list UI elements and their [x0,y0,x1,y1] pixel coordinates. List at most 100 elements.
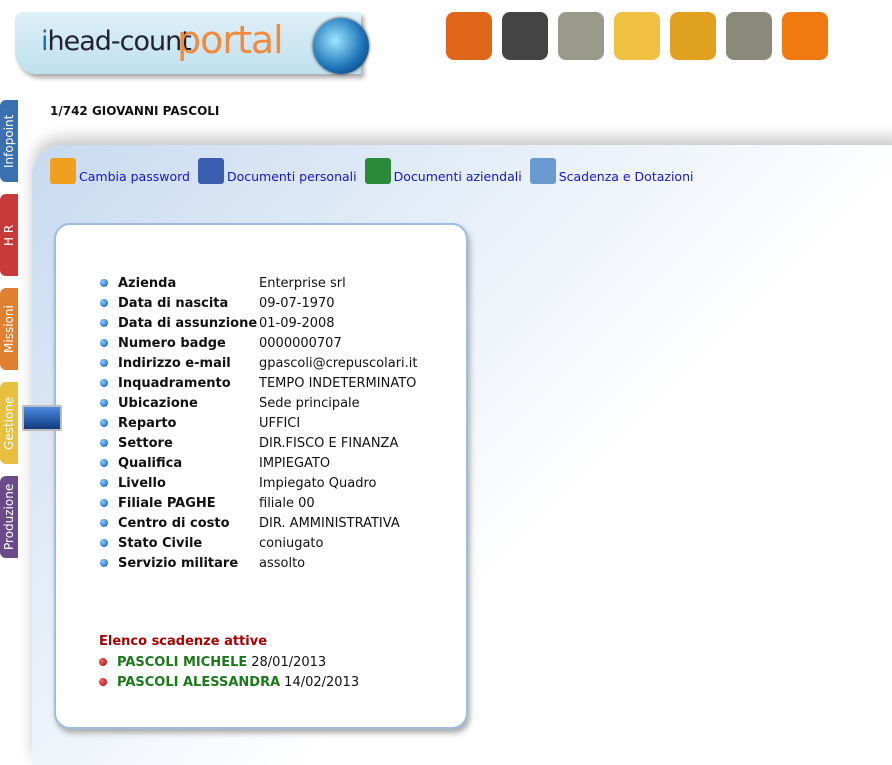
detail-label: Azienda [118,275,177,291]
detail-value: IMPIEGATO [259,455,331,471]
detail-value: DIR.FISCO E FINANZA [259,435,399,451]
clock-calendar-icon [529,158,556,184]
detail-label: Indirizzo e-mail [118,355,231,371]
link-label: Documenti personali [226,169,357,184]
quick-links: Cambia password Documenti personali Docume… [50,158,701,184]
detail-value: Enterprise srl [259,275,346,291]
detail-row: Azienda Enterprise srl [100,273,418,293]
deadline-date: 28/01/2013 [251,654,327,670]
deadlines-title: Elenco scadenze attive [99,634,268,649]
detail-row: Numero badge 0000000707 [100,333,418,353]
bullet-icon [100,399,108,407]
sidebar-tab-hr[interactable]: H R [0,194,18,276]
employee-title: 1/742 GIOVANNI PASCOLI [50,104,220,118]
bullet-icon [100,519,108,527]
home-button[interactable] [446,12,492,60]
key-icon [50,158,76,184]
bullet-icon [100,499,108,507]
bullet-icon [100,539,108,547]
detail-row: Livello Impiegato Quadro [100,473,418,493]
power-button[interactable] [782,12,828,60]
bullet-icon [100,439,108,447]
detail-value: 0000000707 [259,335,342,351]
calendar-button[interactable] [670,12,716,60]
detail-label: Servizio militare [118,555,239,571]
detail-value: DIR. AMMINISTRATIVA [259,515,400,531]
deadline-name[interactable]: PASCOLI ALESSANDRA [117,675,280,690]
sidebar-tab-missioni[interactable]: Missioni [0,288,18,370]
detail-row: Stato Civile coniugato [100,533,418,553]
detail-label: Centro di costo [118,515,230,531]
link-scadenza-e-dotazioni[interactable]: Scadenza e Dotazioni [529,158,694,184]
detail-row: Centro di costo DIR. AMMINISTRATIVA [100,513,418,533]
logo-text: ihead-count [41,26,192,57]
detail-row: Ubicazione Sede principale [100,393,418,413]
bullet-icon [100,479,108,487]
detail-label: Stato Civile [118,535,203,551]
detail-value: Sede principale [259,395,360,411]
detail-row: Servizio militare assolto [100,553,418,573]
app-logo: ihead-count portal [15,12,369,74]
detail-label: Livello [118,475,166,491]
sidebar-tab-produzione[interactable]: Produzione [0,476,18,558]
folder-add-button[interactable] [558,12,604,60]
detail-value: 01-09-2008 [259,315,335,331]
detail-label: Reparto [118,415,177,431]
bullet-icon [100,459,108,467]
sidebar-tab-gestione[interactable]: Gestione [0,382,18,464]
detail-value: Impiegato Quadro [259,475,377,491]
deadline-name[interactable]: PASCOLI MICHELE [117,655,247,670]
sidebar-tab-infopoint[interactable]: Infopoint [0,100,18,182]
link-documenti-personali[interactable]: Documenti personali [197,158,357,184]
detail-label: Inquadramento [118,375,231,391]
deadline-row: PASCOLI MICHELE 28/01/2013 [99,652,359,672]
detail-row: Qualifica IMPIEGATO [100,453,418,473]
excel-doc-icon [364,158,391,184]
globe-icon [313,18,369,74]
detail-row: Settore DIR.FISCO E FINANZA [100,433,418,453]
bullet-icon [100,299,108,307]
deadline-date: 14/02/2013 [284,674,360,690]
detail-row: Data di assunzione 01-09-2008 [100,313,418,333]
user-button[interactable] [502,12,548,60]
link-label: Scadenza e Dotazioni [558,169,694,184]
bullet-icon [100,319,108,327]
detail-row: Inquadramento TEMPO INDETERMINATO [100,373,418,393]
detail-row: Data di nascita 09-07-1970 [100,293,418,313]
folder-check-button[interactable] [726,12,772,60]
laptop-icon [22,405,62,431]
detail-value: 09-07-1970 [259,295,335,311]
detail-row: Indirizzo e-mail gpascoli@crepuscolari.it [100,353,418,373]
employee-details: Azienda Enterprise srl Data di nascita 09-0… [100,273,418,573]
deadline-row: PASCOLI ALESSANDRA 14/02/2013 [99,672,359,692]
pie-chart-button[interactable] [614,12,660,60]
detail-value: filiale 00 [259,495,315,511]
link-documenti-aziendali[interactable]: Documenti aziendali [364,158,522,184]
detail-row: Reparto UFFICI [100,413,418,433]
word-doc-icon [197,158,224,184]
detail-label: Settore [118,435,173,451]
bullet-icon [100,379,108,387]
main-toolbar [446,12,828,60]
detail-value: coniugato [259,535,324,551]
logo-text-portal: portal [177,18,284,62]
link-cambia-password[interactable]: Cambia password [50,158,190,184]
detail-label: Data di nascita [118,295,229,311]
detail-label: Data di assunzione [118,315,258,331]
bullet-icon [100,559,108,567]
detail-value: TEMPO INDETERMINATO [259,375,417,391]
bullet-icon [100,419,108,427]
detail-row: Filiale PAGHE filiale 00 [100,493,418,513]
bullet-icon [99,678,107,686]
detail-label: Numero badge [118,335,226,351]
detail-value: UFFICI [259,415,301,431]
link-label: Documenti aziendali [393,169,522,184]
detail-label: Ubicazione [118,395,198,411]
detail-label: Qualifica [118,455,183,471]
detail-label: Filiale PAGHE [118,495,216,511]
deadlines-section: Elenco scadenze attive PASCOLI MICHELE 28… [99,634,359,692]
bullet-icon [99,658,107,666]
detail-value: assolto [259,555,306,571]
detail-value: gpascoli@crepuscolari.it [259,355,418,371]
bullet-icon [100,279,108,287]
